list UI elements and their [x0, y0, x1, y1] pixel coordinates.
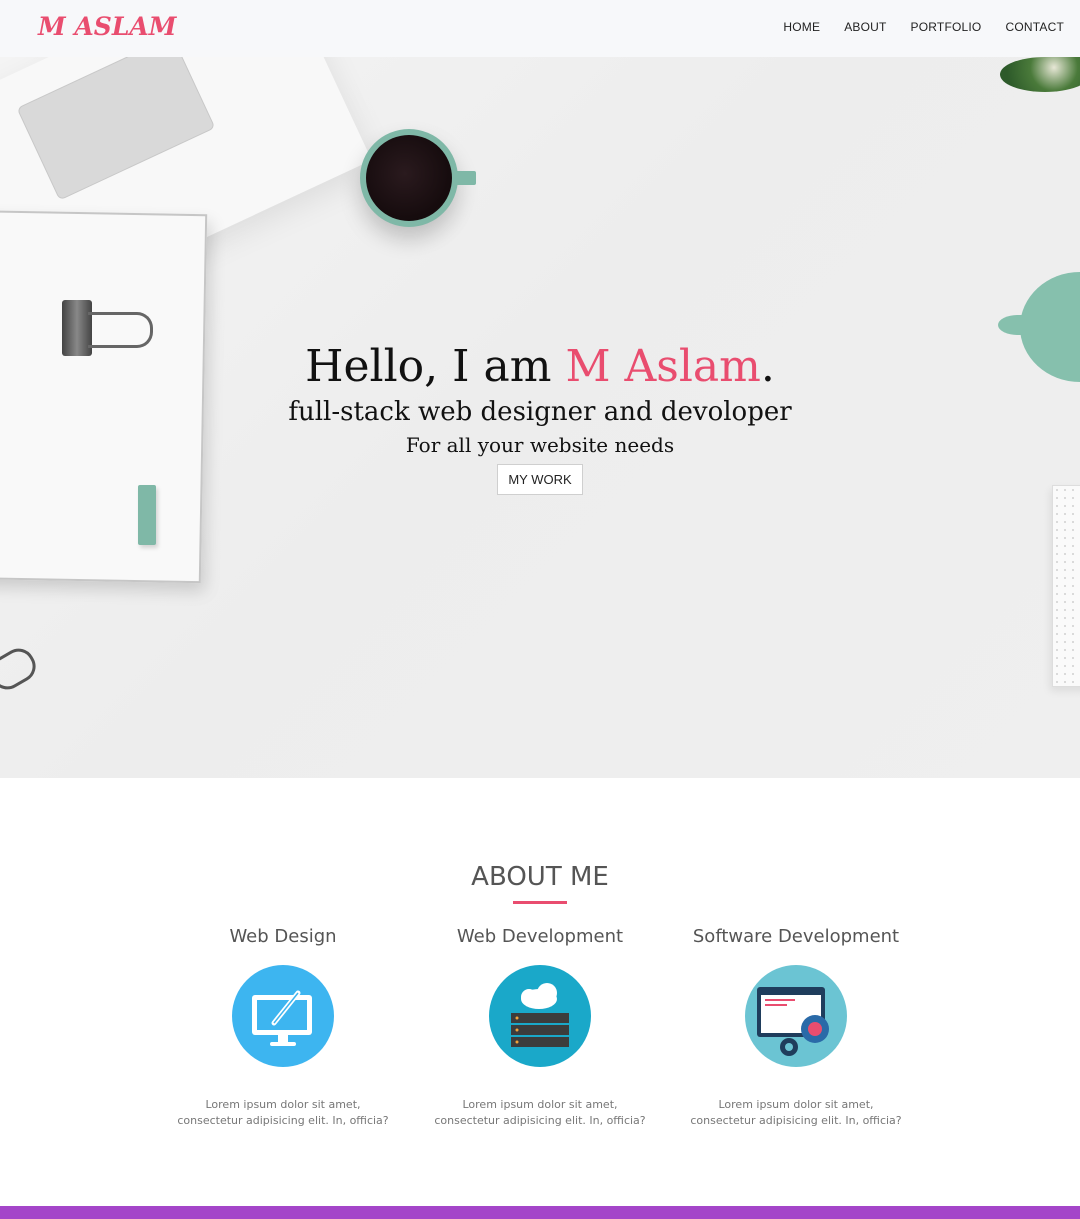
monitor-pen-icon [232, 965, 334, 1067]
hero-subtitle: full-stack web designer and devoloper [288, 397, 792, 427]
plant-image [1000, 57, 1080, 92]
about-section: ABOUT ME Web Design Lorem ipsum dolor si… [0, 778, 1080, 1206]
about-card-text: Lorem ipsum dolor sit amet, consectetur … [177, 1098, 389, 1127]
brand-logo[interactable]: M ASLAM [38, 12, 176, 41]
about-card-web-development: Web Development Lorem ipsum dolor sit am… [420, 926, 660, 1129]
nav-about[interactable]: ABOUT [844, 20, 886, 34]
about-title: ABOUT ME [471, 862, 609, 892]
coffee-cup-image [360, 129, 458, 227]
navbar: M ASLAM HOME ABOUT PORTFOLIO CONTACT [0, 0, 1080, 57]
cup-handle-image [454, 171, 476, 185]
hero-section: Hello, I am M Aslam. full-stack web desi… [0, 57, 1080, 778]
hero-text: Hello, I am M Aslam. full-stack web desi… [0, 342, 1080, 495]
about-card-web-design: Web Design Lorem ipsum dolor sit amet, c… [163, 926, 403, 1129]
paper-clip-image [0, 642, 42, 696]
nav-contact[interactable]: CONTACT [1005, 20, 1064, 34]
nav-links: HOME ABOUT PORTFOLIO CONTACT [783, 20, 1064, 34]
dotted-card-image [1052, 485, 1080, 687]
hero-title: Hello, I am M Aslam. [0, 342, 1080, 392]
about-card-text: Lorem ipsum dolor sit amet, consectetur … [434, 1098, 646, 1127]
about-card-software-development: Software Development Lorem ipsum dolor s… [676, 926, 916, 1129]
hero-tagline: For all your website needs [405, 433, 675, 457]
cloud-server-icon [489, 965, 591, 1067]
browser-gears-icon [745, 965, 847, 1067]
teapot-spout-image [998, 315, 1038, 335]
about-card-title: Web Development [456, 926, 624, 947]
about-card-text: Lorem ipsum dolor sit amet, consectetur … [690, 1098, 902, 1127]
about-card-title: Web Design [229, 926, 337, 947]
hero-name: M Aslam [565, 341, 761, 392]
about-card-title: Software Development [692, 926, 900, 947]
nav-portfolio[interactable]: PORTFOLIO [911, 20, 982, 34]
about-underline [513, 901, 567, 904]
hero-period: . [760, 341, 775, 392]
footer-bar [0, 1206, 1080, 1219]
hero-greeting: Hello, I am [305, 341, 552, 392]
my-work-button[interactable]: MY WORK [497, 464, 583, 495]
nav-home[interactable]: HOME [783, 20, 820, 34]
